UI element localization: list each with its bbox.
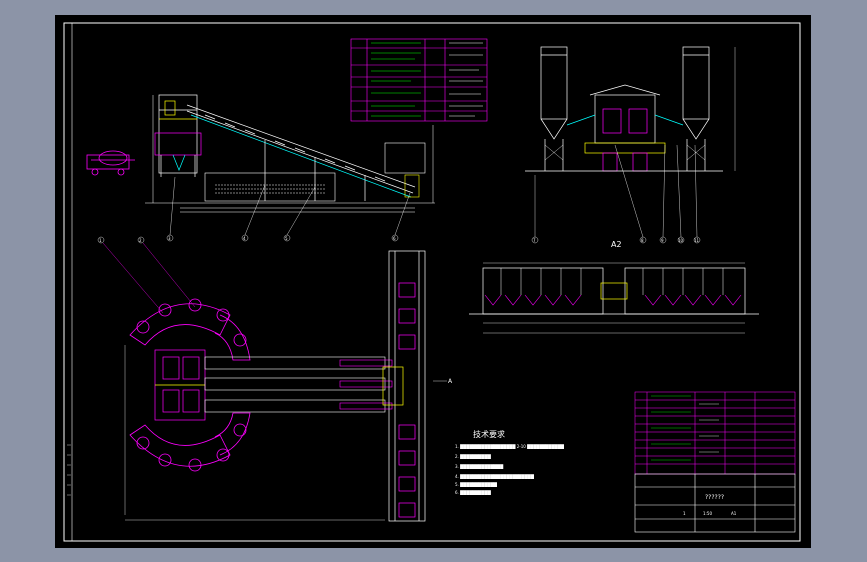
tech-req-item: 6. ██████████ (455, 490, 492, 495)
plan-view (97, 236, 447, 522)
drawing-scale: 1:50 (703, 511, 712, 516)
plan-conveyors (204, 356, 393, 413)
callout-6: 6 (393, 236, 396, 241)
tech-requirements: 技术要求 1. ██████████████████ 2-10 ████████… (455, 429, 565, 495)
title-block (634, 473, 796, 533)
drawing-title: ?????? (705, 494, 724, 501)
callout-5: 5 (285, 236, 288, 241)
tech-req-item: 4. ████████████████████████ (455, 474, 535, 479)
t-main-conveyor (382, 250, 426, 522)
parts-table (350, 38, 488, 122)
callout-11: 11 (694, 238, 700, 243)
lower-arc-bins (129, 412, 251, 472)
tech-req-item: 3. ██████████████ (455, 464, 504, 469)
a2-view (469, 262, 759, 334)
inclined-belt-conveyor (186, 104, 416, 201)
callout-labels: 1 2 3 4 5 6 7 8 9 10 11 (99, 236, 700, 243)
central-plant-plan (154, 349, 206, 421)
callout-7: 7 (533, 238, 536, 243)
quantity: 1 (683, 511, 686, 516)
cad-drawing: 1 2 3 4 5 6 7 8 9 10 11 A2 A 技术要求 1. ███… (63, 22, 801, 542)
upper-arc-bins (129, 298, 251, 361)
callout-2: 2 (139, 238, 142, 243)
left-margin-ticks (67, 444, 71, 496)
mixer-truck (86, 150, 135, 176)
callout-3: 3 (168, 236, 171, 241)
bom-table (634, 391, 796, 475)
side-elevation-view (86, 94, 435, 242)
section-a-label: A (448, 378, 453, 385)
callout-10: 10 (678, 238, 684, 243)
sheet-size: A1 (731, 511, 737, 516)
callout-8: 8 (641, 238, 644, 243)
tech-req-item: 5. ████████████ (455, 482, 498, 487)
callout-1: 1 (99, 238, 102, 243)
callout-9: 9 (661, 238, 664, 243)
a2-view-label: A2 (611, 240, 622, 249)
tech-req-item: 2. ██████████ (455, 454, 492, 459)
side-dimensions (145, 95, 435, 213)
callout-4: 4 (243, 236, 246, 241)
cad-viewport[interactable]: 1 2 3 4 5 6 7 8 9 10 11 A2 A 技术要求 1. ███… (55, 15, 811, 548)
tech-req-item: 1. ██████████████████ 2-10 ████████████ (455, 444, 565, 449)
tech-req-title: 技术要求 (473, 429, 505, 439)
side-callout-leaders (166, 176, 411, 242)
front-elevation-view (525, 46, 736, 244)
